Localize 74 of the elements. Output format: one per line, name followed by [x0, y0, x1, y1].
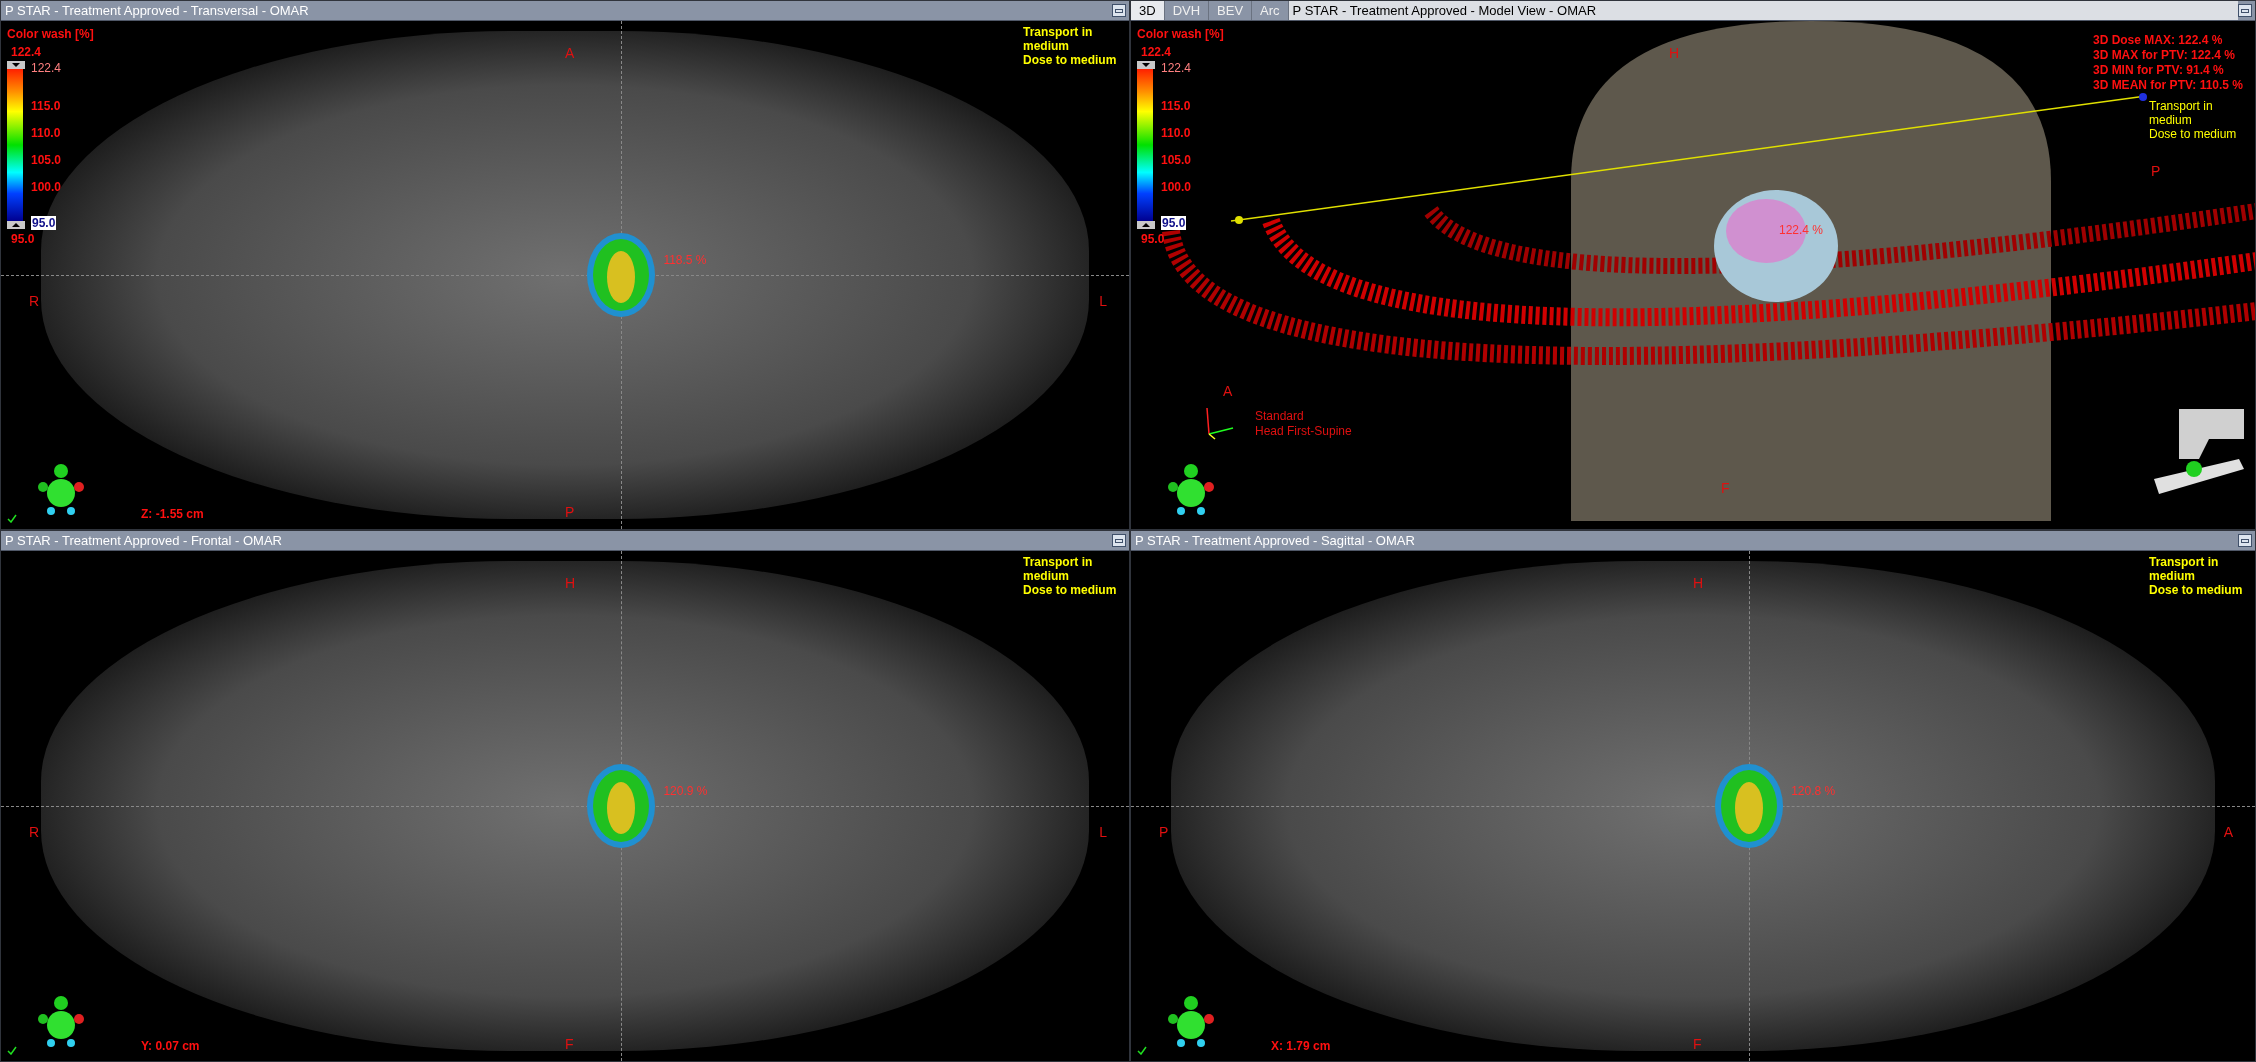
color-scale-lower-value: 95.0: [31, 216, 57, 230]
maximize-icon[interactable]: [2238, 534, 2252, 547]
check-icon: [7, 514, 17, 523]
viewport-title: P STAR - Treatment Approved - Model View - OMAR: [1288, 1, 2238, 20]
orientation-label: F: [1721, 479, 1730, 498]
viewport-title: P STAR - Treatment Approved - Frontal - OMAR: [4, 531, 283, 550]
color-wash-min: 95.0: [11, 231, 36, 248]
transport-note: Dose to medium: [1023, 53, 1118, 67]
dose-statistic: 3D Dose MAX: 122.4 %: [2092, 33, 2224, 48]
orientation-label: L: [1099, 292, 1107, 311]
color-scale-tick: 100.0: [31, 180, 62, 194]
transport-note: Transport in medium: [2149, 555, 2220, 583]
color-scale-tick: 105.0: [31, 153, 62, 167]
transport-note: Dose to medium: [1023, 583, 1118, 597]
slice-coordinate: Y: 0.07 cm: [141, 1038, 200, 1055]
viewport-title: P STAR - Treatment Approved - Sagittal - OMAR: [1134, 531, 1416, 550]
orientation-label: P: [2151, 162, 2161, 181]
orientation-label: F: [1693, 1035, 1702, 1054]
orientation-label: P: [1159, 823, 1169, 842]
orientation-label: L: [1099, 823, 1107, 842]
slice-coordinate: Z: -1.55 cm: [141, 506, 204, 523]
orientation-label: R: [29, 292, 40, 311]
color-wash-title: Color wash [%]: [1137, 26, 1224, 43]
patient-orientation-icon: [1167, 461, 1215, 517]
transport-note: Transport in medium: [1023, 555, 1094, 583]
color-scale-upper-value: 122.4: [1161, 61, 1192, 75]
color-scale-tick: 115.0: [1161, 99, 1192, 113]
color-scale-tick: 105.0: [1161, 153, 1192, 167]
color-wash-min: 95.0: [1141, 231, 1166, 248]
orientation-label: A: [1223, 382, 1233, 401]
scale-down-stepper-icon[interactable]: [1137, 221, 1155, 229]
color-scale-tick: 110.0: [1161, 126, 1192, 140]
view-tab[interactable]: 3D: [1131, 1, 1165, 20]
slice-coordinate: X: 1.79 cm: [1271, 1038, 1331, 1055]
patient-orientation-icon: [1167, 993, 1215, 1049]
dose-point-label: 120.9 %: [663, 783, 708, 800]
dose-point-label: 122.4 %: [1779, 222, 1824, 239]
transport-note: Transport in medium: [2149, 99, 2214, 127]
orientation-label: A: [565, 44, 575, 63]
orientation-label: H: [565, 574, 576, 593]
maximize-icon[interactable]: [1112, 534, 1126, 547]
color-wash-max: 122.4: [1141, 44, 1173, 61]
color-wash-max: 122.4: [11, 44, 43, 61]
color-scale-upper-value: 122.4: [31, 61, 62, 75]
orientation-label: A: [2223, 823, 2233, 842]
patient-orientation-icon: [37, 461, 85, 517]
axes-icon: [1203, 406, 1235, 440]
transport-note: Dose to medium: [2149, 583, 2244, 597]
orientation-label: R: [29, 823, 40, 842]
dose-statistic: 3D MAX for PTV: 122.4 %: [2092, 48, 2236, 63]
color-wash-title: Color wash [%]: [7, 26, 94, 43]
dose-point-label: 120.8 %: [1791, 783, 1836, 800]
patient-position-note: Standard: [1255, 409, 1305, 424]
scale-down-stepper-icon[interactable]: [7, 221, 25, 229]
maximize-icon[interactable]: [2238, 4, 2252, 17]
orientation-label: P: [565, 503, 575, 522]
orientation-label: F: [565, 1035, 574, 1054]
color-scale-tick: 115.0: [31, 99, 62, 113]
patient-position-note: Head First-Supine: [1255, 424, 1352, 439]
orientation-label: H: [1693, 574, 1704, 593]
dose-statistic: 3D MIN for PTV: 91.4 %: [2092, 63, 2225, 78]
viewport-title: P STAR - Treatment Approved - Transversal - OMAR: [4, 1, 310, 20]
check-icon: [7, 1046, 17, 1055]
color-scale-tick: 110.0: [31, 126, 62, 140]
color-scale-lower-value: 95.0: [1161, 216, 1187, 230]
dose-point-label: 118.5 %: [663, 252, 707, 269]
color-scale-tick: 100.0: [1161, 180, 1192, 194]
maximize-icon[interactable]: [1112, 4, 1126, 17]
patient-orientation-icon: [37, 993, 85, 1049]
check-icon: [1137, 1046, 1147, 1055]
dose-statistic: 3D MEAN for PTV: 110.5 %: [2092, 78, 2243, 93]
transport-note: Dose to medium: [2149, 127, 2238, 141]
transport-note: Transport in medium: [1023, 25, 1094, 53]
orientation-label: H: [1669, 44, 1680, 63]
